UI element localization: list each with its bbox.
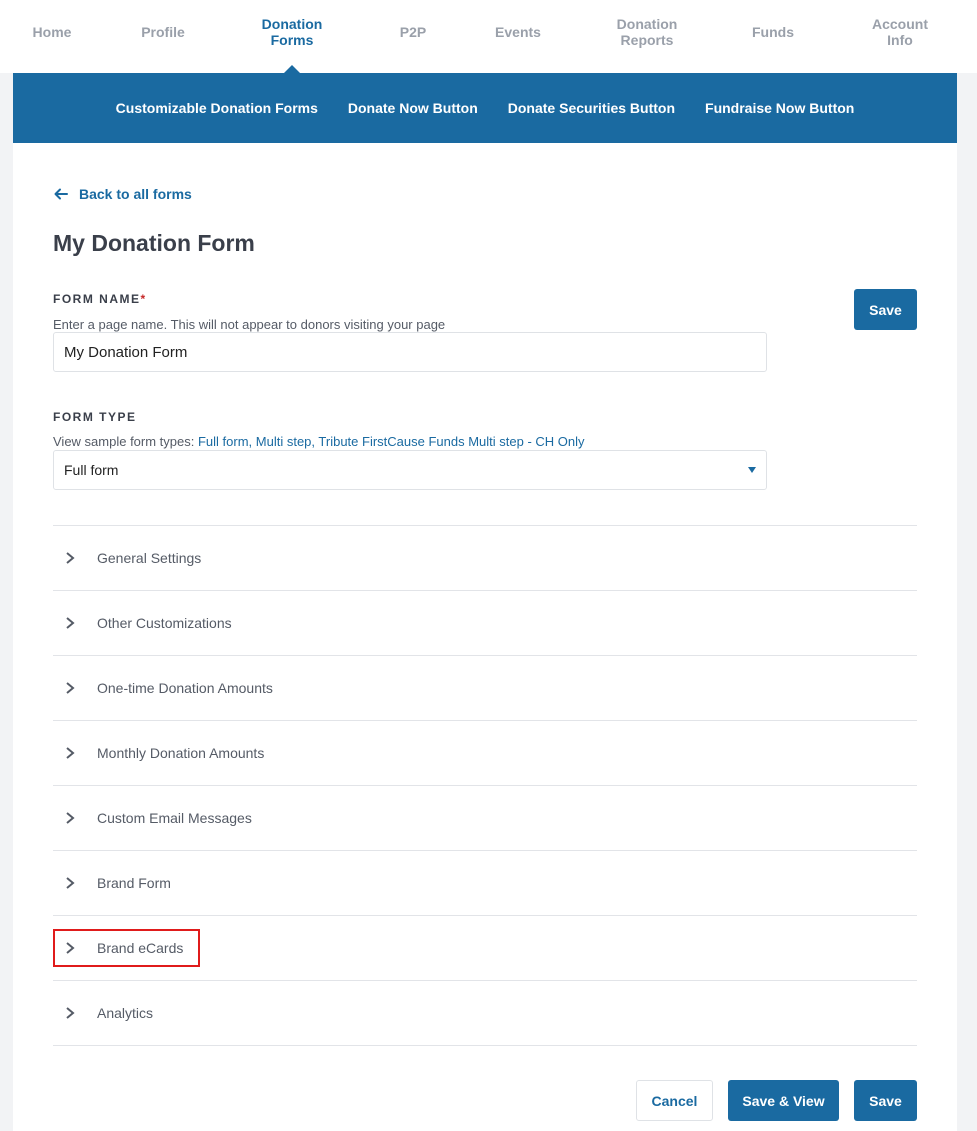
- subnav-donate-securities-button[interactable]: Donate Securities Button: [508, 100, 675, 116]
- chevron-right-icon: [66, 552, 75, 564]
- accordion-label: One-time Donation Amounts: [97, 680, 273, 696]
- chevron-right-icon: [66, 812, 75, 824]
- accordion-brand-form[interactable]: Brand Form: [53, 851, 917, 916]
- chevron-right-icon: [66, 1007, 75, 1019]
- nav-donation-forms[interactable]: Donation Forms: [262, 0, 323, 64]
- nav-account-info[interactable]: Account Info: [872, 0, 928, 64]
- form-type-selected-value: Full form: [64, 462, 119, 478]
- subnav-customizable-donation-forms[interactable]: Customizable Donation Forms: [116, 100, 318, 116]
- accordion-one-time-donation-amounts[interactable]: One-time Donation Amounts: [53, 656, 917, 721]
- accordion-label: Brand eCards: [97, 940, 184, 956]
- chevron-right-icon: [66, 747, 75, 759]
- settings-accordion: General Settings Other Customizations On…: [53, 525, 917, 1046]
- required-marker: *: [140, 292, 147, 306]
- accordion-label: Analytics: [97, 1005, 154, 1021]
- accordion-general-settings[interactable]: General Settings: [53, 526, 917, 591]
- accordion-label: Custom Email Messages: [97, 810, 252, 826]
- page-title: My Donation Form: [53, 230, 255, 256]
- caret-down-icon: [748, 467, 756, 473]
- subnav-fundraise-now-button[interactable]: Fundraise Now Button: [705, 100, 854, 116]
- form-type-help-prefix: View sample form types:: [53, 434, 198, 449]
- chevron-right-icon: [66, 942, 75, 954]
- subnav-donate-now-button[interactable]: Donate Now Button: [348, 100, 478, 116]
- form-type-select[interactable]: Full form: [53, 450, 767, 490]
- sub-nav: Customizable Donation Forms Donate Now B…: [13, 73, 957, 143]
- accordion-other-customizations[interactable]: Other Customizations: [53, 591, 917, 656]
- form-name-input[interactable]: [53, 332, 767, 372]
- nav-p2p[interactable]: P2P: [400, 0, 426, 64]
- save-button-bottom[interactable]: Save: [854, 1080, 917, 1121]
- back-to-all-forms-link[interactable]: Back to all forms: [53, 186, 192, 202]
- save-and-view-button[interactable]: Save & View: [728, 1080, 839, 1121]
- form-name-help: Enter a page name. This will not appear …: [53, 317, 446, 332]
- chevron-right-icon: [66, 682, 75, 694]
- accordion-label: General Settings: [97, 550, 202, 566]
- accordion-analytics[interactable]: Analytics: [53, 981, 917, 1046]
- nav-funds[interactable]: Funds: [752, 0, 794, 64]
- form-type-help: View sample form types: Full form, Multi…: [53, 434, 585, 449]
- accordion-label: Other Customizations: [97, 615, 232, 631]
- form-type-label: FORM TYPE: [53, 410, 137, 424]
- nav-home[interactable]: Home: [33, 0, 72, 64]
- top-nav: Home Profile Donation Forms P2P Events D…: [0, 0, 977, 73]
- nav-donation-reports[interactable]: Donation Reports: [617, 0, 678, 64]
- form-name-label-text: FORM NAME: [53, 292, 141, 306]
- back-link-label: Back to all forms: [79, 186, 192, 202]
- arrow-left-icon: [54, 188, 68, 200]
- accordion-custom-email-messages[interactable]: Custom Email Messages: [53, 786, 917, 851]
- sample-multi-step-link[interactable]: Multi step,: [256, 434, 315, 449]
- nav-events[interactable]: Events: [495, 0, 541, 64]
- form-name-label: FORM NAME*: [53, 292, 147, 306]
- active-nav-indicator: [284, 65, 300, 73]
- save-button-top[interactable]: Save: [854, 289, 917, 330]
- accordion-label: Brand Form: [97, 875, 171, 891]
- sample-tribute-link[interactable]: Tribute FirstCause Funds Multi step - CH…: [318, 434, 584, 449]
- chevron-right-icon: [66, 877, 75, 889]
- sample-full-form-link[interactable]: Full form,: [198, 434, 252, 449]
- accordion-label: Monthly Donation Amounts: [97, 745, 265, 761]
- nav-profile[interactable]: Profile: [141, 0, 185, 64]
- chevron-right-icon: [66, 617, 75, 629]
- accordion-brand-ecards[interactable]: Brand eCards: [53, 916, 917, 981]
- accordion-monthly-donation-amounts[interactable]: Monthly Donation Amounts: [53, 721, 917, 786]
- cancel-button[interactable]: Cancel: [636, 1080, 713, 1121]
